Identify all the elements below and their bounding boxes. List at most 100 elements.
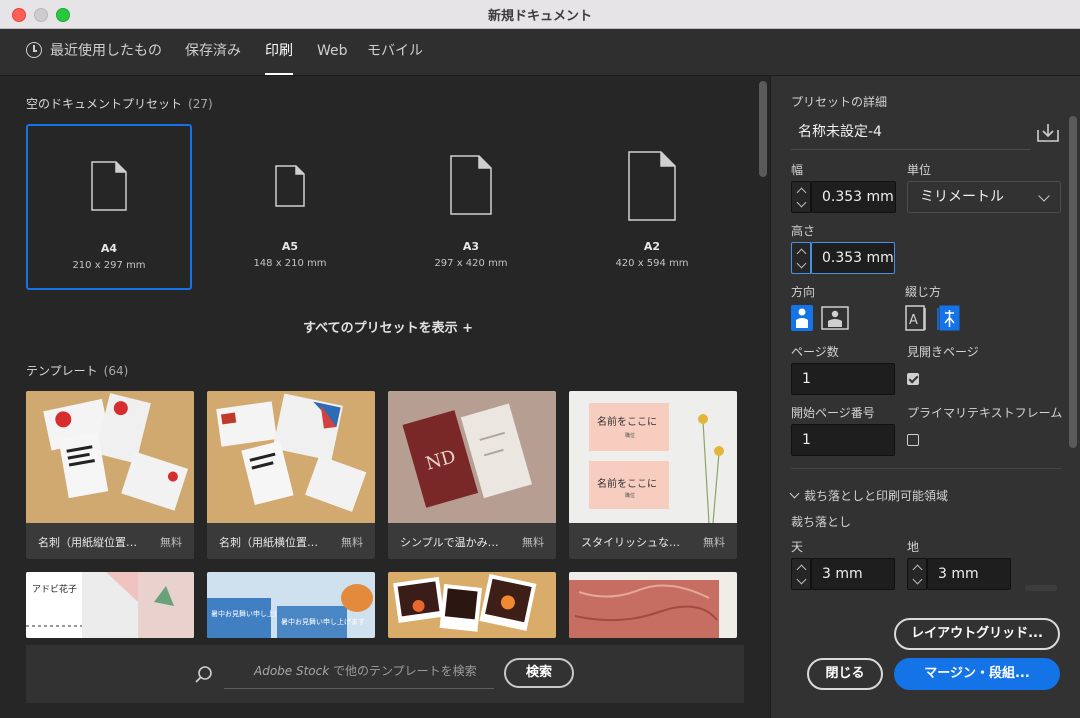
width-stepper[interactable] <box>791 181 811 213</box>
stock-search-input[interactable]: Adobe Stock で他のテンプレートを検索 <box>224 659 494 689</box>
tab-saved[interactable]: 保存済み <box>185 29 241 75</box>
chevron-down-icon <box>1038 190 1050 202</box>
close-window-button[interactable] <box>12 8 26 22</box>
landscape-orientation-icon[interactable] <box>821 306 849 330</box>
pages-label: ページ数 <box>791 345 839 359</box>
template-price: 無料 <box>522 536 544 549</box>
template-card[interactable]: ND シンプルで温かみ… 無料 <box>388 391 556 559</box>
window-titlebar: 新規ドキュメント <box>0 0 1080 29</box>
start-page-input[interactable]: 1 <box>791 424 895 456</box>
templates-section-label: テンプレート <box>26 364 98 378</box>
portrait-orientation-icon[interactable] <box>791 305 813 331</box>
preset-dimensions: 420 x 594 mm <box>615 258 689 269</box>
facing-pages-checkbox[interactable] <box>907 373 919 385</box>
presets-section-title: 空のドキュメントプリセット (27) <box>26 95 213 112</box>
details-header: プリセットの詳細 <box>791 95 888 109</box>
show-all-presets-link[interactable]: すべてのプリセットを表示 + <box>303 317 473 336</box>
tab-web[interactable]: Web <box>317 29 348 75</box>
presets-count: (27) <box>188 97 213 111</box>
primary-text-frame-label: プライマリテキストフレーム <box>907 406 1063 420</box>
bottom-bleed-label: 地 <box>907 540 920 554</box>
preset-details-panel: プリセットの詳細 名称未設定-4 幅 0.353 mm 単位 ミリメートル 高さ… <box>770 76 1080 718</box>
tab-recent[interactable]: 最近使用したもの <box>26 29 162 75</box>
link-bleed-toggle[interactable] <box>1025 585 1057 591</box>
svg-text:職位: 職位 <box>625 492 635 499</box>
top-bleed-input[interactable]: 3 mm <box>811 558 895 590</box>
stock-placeholder-text: で他のテンプレートを検索 <box>329 664 477 678</box>
bottom-bleed-input[interactable]: 3 mm <box>927 558 1011 590</box>
bleed-section-toggle[interactable]: 裁ち落としと印刷可能領域 <box>789 487 949 504</box>
tab-print[interactable]: 印刷 <box>265 29 293 75</box>
template-card[interactable] <box>569 572 737 638</box>
preset-name: A3 <box>462 240 480 253</box>
template-card[interactable]: 暑中お見舞い申し上げます 暑中お見舞い申し上げます <box>207 572 375 638</box>
presets-section-label: 空のドキュメントプリセット <box>26 97 183 111</box>
preset-a3[interactable]: A3 297 x 420 mm <box>388 124 554 290</box>
template-thumbnail <box>569 572 737 638</box>
preset-a2[interactable]: A2 420 x 594 mm <box>569 124 735 290</box>
template-price: 無料 <box>341 536 363 549</box>
template-thumbnail: 名前をここに 職位 名前をここに 職位 <box>569 391 737 523</box>
zoom-window-button[interactable] <box>56 8 70 22</box>
close-button[interactable]: 閉じる <box>807 658 883 690</box>
unit-label: 単位 <box>907 163 932 177</box>
template-title: 名刺（用紙縦位置… <box>38 536 137 549</box>
template-thumbnail: ND <box>388 391 556 523</box>
window-controls <box>12 8 70 22</box>
template-card[interactable]: 名前をここに 職位 名前をここに 職位 スタイリッシュな… 無料 <box>569 391 737 559</box>
stock-search-button[interactable]: 検索 <box>504 658 574 688</box>
width-input[interactable]: 0.353 mm <box>811 181 896 213</box>
right-to-left-binding-icon[interactable] <box>937 305 961 331</box>
preset-a5[interactable]: A5 148 x 210 mm <box>207 124 373 290</box>
bleed-label: 裁ち落とし <box>791 515 852 529</box>
top-bleed-label: 天 <box>791 540 804 554</box>
template-card[interactable]: アドビ花子 <box>26 572 194 638</box>
save-preset-icon[interactable] <box>1037 122 1059 142</box>
svg-text:名前をここに: 名前をここに <box>597 415 657 428</box>
document-name-input[interactable]: 名称未設定-4 <box>791 118 1031 150</box>
template-thumbnail <box>26 391 194 523</box>
tab-recent-label: 最近使用したもの <box>50 43 162 59</box>
tab-mobile[interactable]: モバイル <box>367 29 423 75</box>
svg-text:暑中お見舞い申し上げます: 暑中お見舞い申し上げます <box>281 617 365 626</box>
document-icon <box>628 151 676 221</box>
document-icon <box>91 161 127 211</box>
template-thumbnail: 暑中お見舞い申し上げます 暑中お見舞い申し上げます <box>207 572 375 638</box>
templates-section-title: テンプレート (64) <box>26 362 128 379</box>
unit-select[interactable]: ミリメートル <box>907 181 1061 213</box>
preset-name: A5 <box>281 240 299 253</box>
template-title: スタイリッシュな… <box>581 536 680 549</box>
minimize-window-button[interactable] <box>34 8 48 22</box>
preset-a4[interactable]: A4 210 x 297 mm <box>26 124 192 290</box>
document-icon <box>450 155 492 215</box>
template-thumbnail <box>388 572 556 638</box>
details-scrollbar[interactable] <box>1069 116 1077 448</box>
template-thumbnail: アドビ花子 <box>26 572 194 638</box>
template-title: 名刺（用紙横位置… <box>219 536 318 549</box>
width-label: 幅 <box>791 163 804 177</box>
orientation-label: 方向 <box>791 285 816 299</box>
template-title: シンプルで温かみ… <box>400 536 499 549</box>
section-divider <box>791 468 1061 469</box>
height-stepper[interactable] <box>791 242 811 274</box>
primary-text-frame-checkbox[interactable] <box>907 434 919 446</box>
margins-columns-button[interactable]: マージン・段組... <box>894 658 1060 690</box>
height-input[interactable]: 0.353 mm <box>811 242 895 274</box>
template-card[interactable]: 名刺（用紙縦位置… 無料 <box>26 391 194 559</box>
category-tabs: 最近使用したもの 保存済み 印刷 Web モバイル <box>0 29 1080 76</box>
template-card[interactable] <box>388 572 556 638</box>
pages-input[interactable]: 1 <box>791 363 895 395</box>
template-card[interactable]: 名刺（用紙横位置… 無料 <box>207 391 375 559</box>
bleed-section-label: 裁ち落としと印刷可能領域 <box>804 489 949 503</box>
svg-text:名前をここに: 名前をここに <box>597 477 657 490</box>
top-bleed-stepper[interactable] <box>791 558 811 590</box>
bottom-bleed-stepper[interactable] <box>907 558 927 590</box>
presets-scrollbar[interactable] <box>759 81 767 177</box>
left-to-right-binding-icon[interactable]: A <box>905 305 927 331</box>
template-thumbnail <box>207 391 375 523</box>
preset-dimensions: 210 x 297 mm <box>72 260 146 271</box>
layout-grid-button[interactable]: レイアウトグリッド... <box>894 618 1060 650</box>
preset-dimensions: 148 x 210 mm <box>253 258 327 269</box>
svg-text:職位: 職位 <box>625 432 635 439</box>
preset-name: A4 <box>100 242 118 255</box>
